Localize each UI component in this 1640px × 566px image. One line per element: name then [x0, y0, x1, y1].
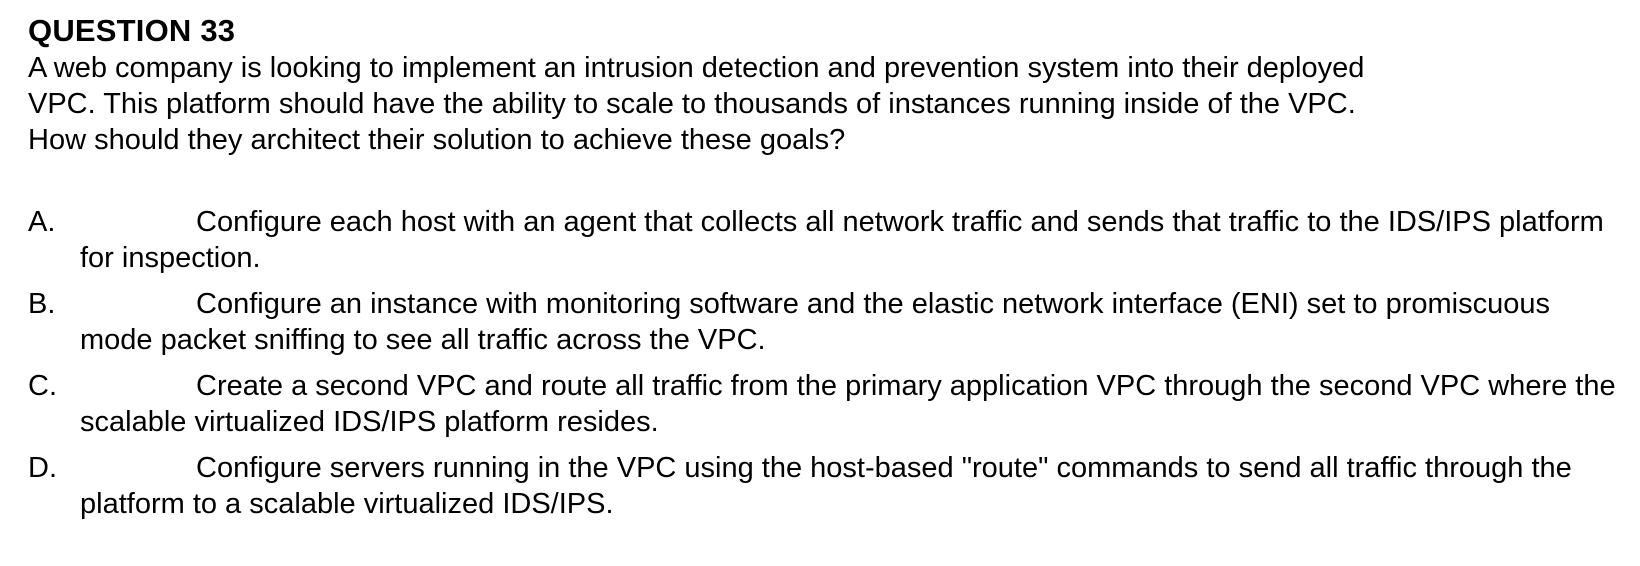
option-text: Configure each host with an agent that c…: [80, 206, 1604, 274]
option-letter: A.: [28, 206, 56, 238]
option-text: Configure servers running in the VPC usi…: [80, 452, 1572, 520]
option-c: C. Create a second VPC and route all tra…: [28, 368, 1628, 440]
option-letter: B.: [28, 288, 56, 320]
option-letter: C.: [28, 370, 57, 402]
question-title: QUESTION 33: [28, 13, 236, 48]
question-line: How should they architect their solution…: [28, 124, 846, 156]
question-page: QUESTION 33 A web company is looking to …: [28, 12, 1628, 532]
option-text: Create a second VPC and route all traffi…: [80, 370, 1616, 438]
answer-options: A. Configure each host with an agent tha…: [28, 204, 1628, 522]
option-text: Configure an instance with monitoring so…: [80, 288, 1550, 356]
option-b: B. Configure an instance with monitoring…: [28, 286, 1628, 358]
option-d: D. Configure servers running in the VPC …: [28, 450, 1628, 522]
question-line: VPC. This platform should have the abili…: [28, 88, 1356, 120]
option-letter: D.: [28, 452, 57, 484]
question-stem: A web company is looking to implement an…: [28, 50, 1628, 158]
question-line: A web company is looking to implement an…: [28, 52, 1365, 84]
option-a: A. Configure each host with an agent tha…: [28, 204, 1628, 276]
